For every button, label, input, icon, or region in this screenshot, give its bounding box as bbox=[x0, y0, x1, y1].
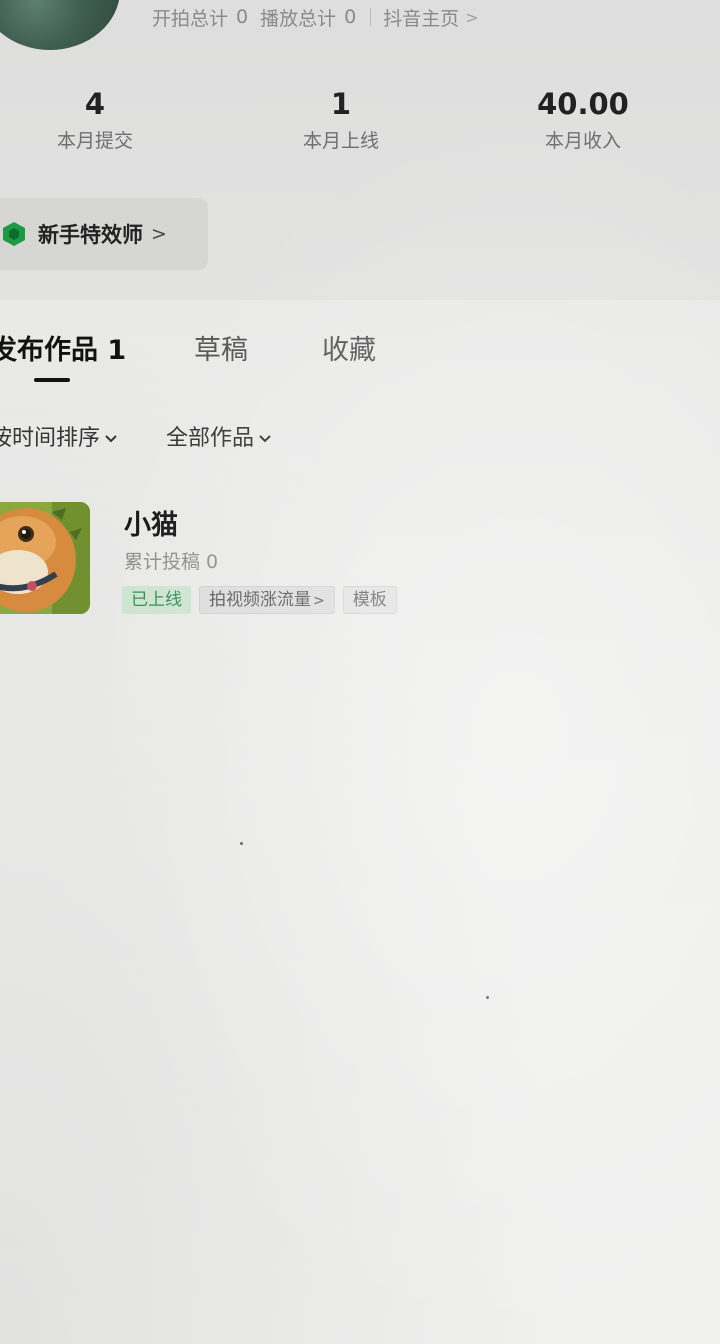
chevron-right-icon: > bbox=[151, 223, 167, 245]
stat-submitted[interactable]: 4 本月提交 bbox=[0, 84, 190, 156]
shoot-total-label: 开拍总计 bbox=[152, 7, 229, 30]
work-submissions: 累计投稿 0 bbox=[124, 551, 219, 573]
screen-speck bbox=[486, 996, 489, 999]
stat-label: 本月上线 bbox=[302, 130, 379, 152]
play-total-label: 播放总计 bbox=[260, 7, 337, 30]
badge-label: 新手特效师 bbox=[38, 223, 143, 247]
avatar[interactable] bbox=[0, 0, 120, 50]
stat-label: 本月提交 bbox=[56, 130, 133, 152]
sort-label: 按时间排序 bbox=[0, 426, 101, 451]
work-thumbnail[interactable] bbox=[0, 502, 90, 614]
stat-value: 4 bbox=[84, 87, 106, 121]
work-type-dropdown[interactable]: 全部作品 bbox=[166, 420, 272, 458]
chevron-right-icon: > bbox=[465, 7, 479, 27]
screen: 开拍总计 0 播放总计 0 抖音主页 > 4 本月提交 1 本月上线 40.00… bbox=[0, 0, 720, 1344]
screen-speck bbox=[240, 842, 243, 845]
chevron-right-icon: > bbox=[313, 593, 325, 609]
stat-label: 本月收入 bbox=[544, 130, 621, 152]
filter-bar: 按时间排序 全部作品 bbox=[0, 420, 720, 460]
sort-dropdown[interactable]: 按时间排序 bbox=[0, 420, 118, 458]
monthly-stats: 4 本月提交 1 本月上线 40.00 本月收入 bbox=[0, 84, 720, 164]
type-badge: 模板 bbox=[342, 586, 397, 614]
creator-level-badge[interactable]: 新手特效师 > bbox=[0, 198, 208, 270]
shoot-total-value: 0 bbox=[236, 6, 249, 28]
chevron-down-icon bbox=[105, 435, 117, 443]
works-tabs: 发布作品 1 草稿 收藏 bbox=[0, 326, 720, 386]
chevron-down-icon bbox=[259, 435, 271, 443]
work-item[interactable]: 小猫 累计投稿 0 已上线 拍视频涨流量 > 模板 bbox=[0, 502, 720, 618]
tab-published[interactable]: 发布作品 1 bbox=[0, 326, 126, 376]
work-type-label: 全部作品 bbox=[166, 426, 255, 451]
cat-image bbox=[0, 502, 90, 614]
green-shield-icon bbox=[3, 222, 25, 246]
divider bbox=[370, 8, 372, 26]
header-stats-line: 开拍总计 0 播放总计 0 抖音主页 > bbox=[152, 4, 479, 30]
active-tab-indicator bbox=[34, 378, 70, 382]
stat-value: 1 bbox=[330, 87, 352, 121]
stat-value: 40.00 bbox=[537, 87, 629, 121]
work-tags: 已上线 拍视频涨流量 > 模板 bbox=[122, 586, 405, 614]
promo-link[interactable]: 拍视频涨流量 > bbox=[199, 586, 335, 614]
work-title: 小猫 bbox=[124, 510, 178, 541]
douyin-home-label: 抖音主页 bbox=[383, 7, 460, 30]
stat-income[interactable]: 40.00 本月收入 bbox=[488, 84, 678, 156]
status-badge: 已上线 bbox=[122, 586, 191, 614]
tab-drafts[interactable]: 草稿 bbox=[194, 326, 248, 376]
promo-label: 拍视频涨流量 bbox=[209, 590, 311, 610]
douyin-home-link[interactable]: 抖音主页 > bbox=[383, 4, 478, 31]
stat-online[interactable]: 1 本月上线 bbox=[246, 84, 436, 156]
tab-favorites[interactable]: 收藏 bbox=[322, 326, 376, 376]
play-total-value: 0 bbox=[344, 6, 357, 28]
